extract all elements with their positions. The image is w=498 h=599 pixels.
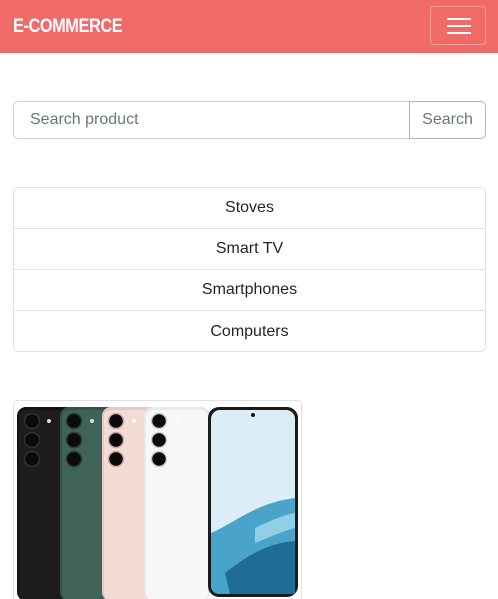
search-input[interactable] [13,101,410,139]
hamburger-menu-icon [447,18,471,20]
hamburger-menu-icon-bar [447,32,471,34]
category-item-computers[interactable]: Computers [14,311,485,352]
category-item-smart-tv[interactable]: Smart TV [14,229,485,270]
menu-toggle-button[interactable] [430,6,486,45]
smartphone-lineup-image [17,407,298,599]
category-item-smartphones[interactable]: Smartphones [14,270,485,311]
navbar: E-COMMERCE [0,0,498,53]
category-item-stoves[interactable]: Stoves [14,188,485,229]
product-card[interactable] [13,400,302,599]
search-form: Search [13,101,486,139]
search-button[interactable]: Search [409,101,486,139]
hamburger-menu-icon-bar [447,25,471,27]
brand-logo[interactable]: E-COMMERCE [13,16,123,38]
category-list: Stoves Smart TV Smartphones Computers [13,187,486,352]
